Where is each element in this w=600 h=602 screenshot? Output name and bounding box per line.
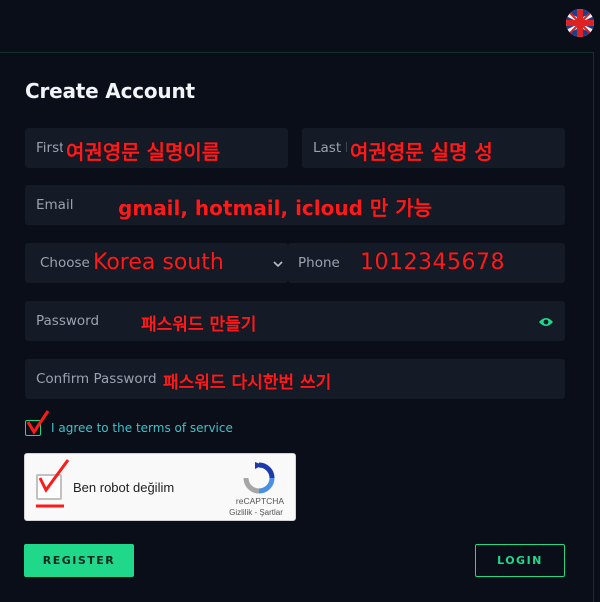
first-name-annotation: 여권영문 실명이름 xyxy=(63,136,224,165)
recaptcha-label: Ben robot değilim xyxy=(73,480,175,495)
country-annotation: Korea south xyxy=(93,250,224,275)
confirm-password-annotation: 패스워드 다시한번 쓰기 xyxy=(163,373,332,393)
checkmark-annotation-icon xyxy=(26,410,50,435)
password-annotation: 패스워드 만들기 xyxy=(141,315,257,335)
recaptcha-links[interactable]: Gizlilik - Şartlar xyxy=(217,508,295,517)
last-name-annotation: 여권영문 실명 성 xyxy=(347,136,496,165)
first-name-placeholder: First xyxy=(36,140,65,156)
password-placeholder: Password xyxy=(36,313,100,329)
confirm-password-placeholder: Confirm Password xyxy=(36,371,157,387)
country-placeholder: Choose xyxy=(40,255,90,271)
eye-icon[interactable] xyxy=(538,315,554,333)
captcha-checkmark-annotation-icon xyxy=(36,459,70,508)
page-title: Create Account xyxy=(25,79,195,103)
chevron-down-icon[interactable] xyxy=(272,257,284,275)
phone-annotation: 1012345678 xyxy=(360,250,505,275)
password-input[interactable]: Password xyxy=(25,301,565,341)
email-annotation: gmail, hotmail, icloud 만 가능 xyxy=(118,196,433,220)
email-placeholder: Email xyxy=(36,197,74,213)
uk-flag-icon[interactable] xyxy=(566,9,594,37)
login-button[interactable]: LOGIN xyxy=(475,544,565,577)
recaptcha-brand: reCAPTCHA xyxy=(235,496,285,506)
recaptcha-logo-icon xyxy=(243,462,275,499)
register-button[interactable]: REGISTER xyxy=(24,544,134,577)
terms-label[interactable]: I agree to the terms of service xyxy=(51,421,233,435)
phone-placeholder: Phone xyxy=(298,255,340,271)
